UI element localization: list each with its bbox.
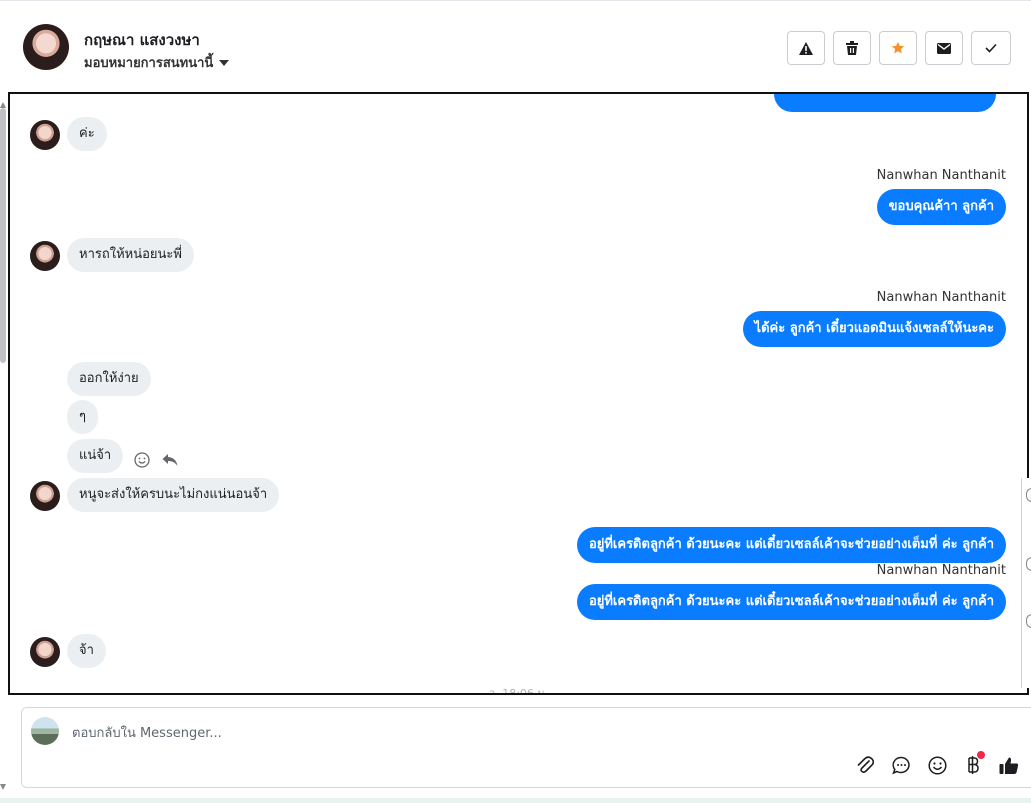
composer-tools (853, 751, 1021, 777)
bottom-strip (0, 798, 1031, 803)
mark-spam-button[interactable] (787, 31, 825, 65)
reply-composer (21, 707, 1031, 788)
message-actions (134, 452, 178, 468)
timestamp-separator: อ. 18:06 น. (488, 687, 549, 695)
right-panel-edge (1021, 478, 1031, 688)
emoji-button[interactable] (925, 753, 949, 777)
caret-down-icon (219, 59, 230, 66)
scroll-down-arrow-icon[interactable] (0, 784, 6, 790)
contact-avatar-small (30, 120, 60, 150)
page-avatar (31, 717, 59, 745)
thumbs-up-icon (999, 757, 1019, 774)
contact-avatar-small (30, 637, 60, 667)
like-button[interactable] (997, 753, 1021, 777)
sender-name: Nanwhan Nanthanit (876, 290, 1006, 305)
conversation-header: กฤษณา แสงวงษา มอบหมายการสนทนานี้ (0, 0, 1031, 93)
outgoing-message[interactable]: ได้ค่ะ ลูกค้า เดี๋ยวแอดมินแจ้งเซลล์ให้นะ… (742, 311, 1006, 347)
mark-done-button[interactable] (971, 31, 1011, 65)
left-scrollbar[interactable] (0, 108, 6, 363)
incoming-message[interactable]: หารถให้หน่อยนะพี่ (67, 238, 194, 272)
right-panel-icon[interactable] (1026, 614, 1031, 628)
right-panel-icon[interactable] (1026, 557, 1031, 571)
contact-avatar-small (30, 241, 60, 271)
incoming-message[interactable]: ๆ (67, 400, 98, 434)
delete-button[interactable] (833, 31, 871, 65)
sender-name: Nanwhan Nanthanit (876, 168, 1006, 183)
contact-name[interactable]: กฤษณา แสงวงษา (84, 28, 200, 52)
right-panel-icon[interactable] (1026, 488, 1031, 502)
saved-replies-button[interactable] (889, 753, 913, 777)
trash-icon (846, 41, 858, 55)
chat-bubble-icon (891, 756, 910, 774)
incoming-message[interactable]: จ้า (67, 634, 106, 668)
attach-button[interactable] (853, 753, 877, 777)
header-actions (787, 31, 1011, 65)
mail-icon (937, 42, 951, 54)
outgoing-message-clipped (774, 94, 996, 112)
payment-button[interactable] (961, 751, 985, 777)
warning-icon (799, 41, 813, 55)
reply-input[interactable] (70, 721, 774, 745)
contact-avatar[interactable] (23, 24, 69, 70)
check-icon (985, 43, 997, 53)
contact-avatar-small (30, 481, 60, 511)
emoji-icon (927, 755, 947, 775)
outgoing-message[interactable]: อยู่ที่เครดิตลูกค้า ด้วยนะคะ แต่เดี๋ยวเซ… (576, 527, 1006, 563)
sender-name: Nanwhan Nanthanit (876, 563, 1006, 578)
outgoing-message[interactable]: อยู่ที่เครดิตลูกค้า ด้วยนะคะ แต่เดี๋ยวเซ… (576, 584, 1006, 620)
reply-icon[interactable] (162, 453, 178, 467)
paperclip-icon (857, 756, 874, 773)
assign-conversation-dropdown[interactable]: มอบหมายการสนทนานี้ (84, 52, 230, 73)
react-emoji-icon[interactable] (134, 452, 150, 468)
star-button[interactable] (879, 31, 917, 65)
notification-dot (977, 751, 985, 759)
star-icon (891, 41, 905, 54)
assign-label: มอบหมายการสนทนานี้ (84, 56, 214, 71)
incoming-message[interactable]: หนูจะส่งให้ครบนะไม่กงแน่นอนจ้า (67, 478, 280, 512)
mark-unread-button[interactable] (925, 31, 963, 65)
incoming-message[interactable]: ออกให้ง่าย (67, 362, 151, 396)
outgoing-message[interactable]: ขอบคุณค้าา ลูกค้า (876, 189, 1006, 225)
incoming-message[interactable]: ค่ะ (67, 117, 107, 151)
incoming-message[interactable]: แน่จ้า (67, 439, 124, 473)
message-thread: ค่ะ Nanwhan Nanthanit ขอบคุณค้าา ลูกค้า … (8, 92, 1029, 695)
